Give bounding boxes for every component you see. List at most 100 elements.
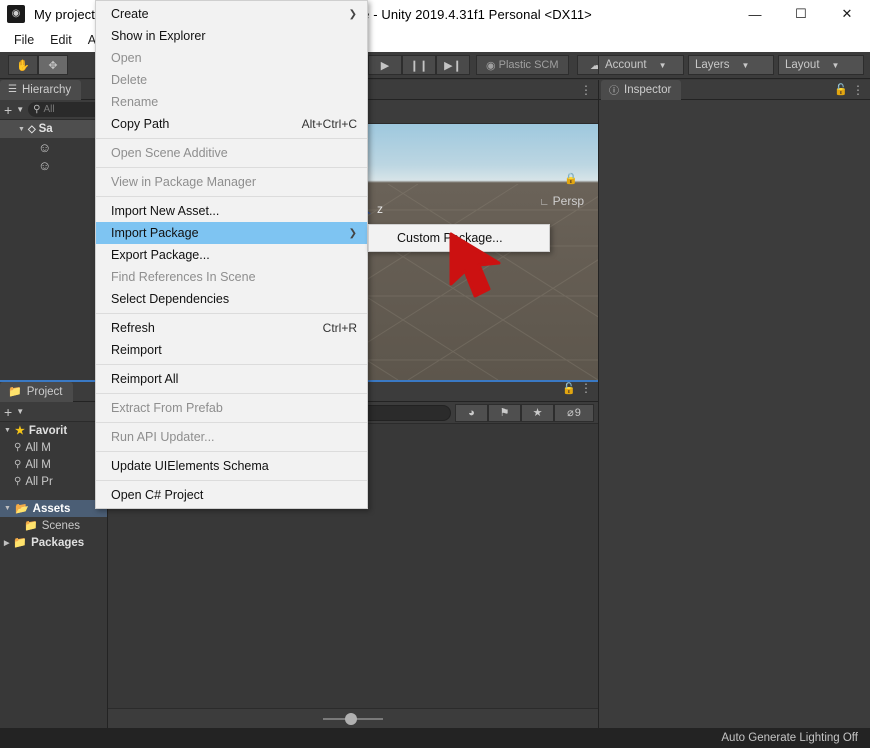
hierarchy-search-input[interactable]: ⚲ All bbox=[28, 102, 103, 117]
hidden-count-icon[interactable]: ⌀ 9 bbox=[554, 403, 594, 422]
play-button[interactable]: ▶ bbox=[368, 55, 402, 75]
shortcut-label: Ctrl+R bbox=[322, 321, 357, 335]
hierarchy-scene-row[interactable]: ▼ ◇ Sa bbox=[0, 120, 107, 138]
tab-inspector[interactable]: ⓘ Inspector bbox=[601, 79, 682, 100]
project-tree-item-packages[interactable]: ▶ 📁 Packages bbox=[0, 534, 107, 551]
search-icon: ⚲ bbox=[14, 459, 22, 470]
label-filter-icon[interactable]: ⚑ bbox=[488, 403, 521, 422]
playback-controls: ▶ ❙❙ ▶❙ ◉ Plastic SCM ☁ bbox=[368, 55, 615, 75]
lock-icon: 🔒 bbox=[564, 173, 578, 185]
favorite-filter-icon[interactable]: ★ bbox=[521, 403, 554, 422]
maximize-button[interactable]: ☐ bbox=[778, 0, 824, 28]
menu-separator bbox=[96, 167, 367, 168]
window-controls: — ☐ ✕ bbox=[732, 0, 870, 28]
plastic-scm-button[interactable]: ◉ Plastic SCM bbox=[476, 55, 569, 75]
menu-separator bbox=[96, 364, 367, 365]
search-icon: ⚲ bbox=[14, 476, 22, 487]
cube-icon: ☺ bbox=[38, 157, 52, 173]
folder-icon: 📁 bbox=[8, 386, 22, 398]
kebab-menu-icon[interactable]: ⋮ bbox=[580, 382, 592, 394]
chevron-down-icon[interactable]: ▼ bbox=[4, 505, 11, 512]
chevron-down-icon[interactable]: ▼ bbox=[4, 427, 11, 434]
type-filter-icon[interactable]: ◕ bbox=[455, 403, 488, 422]
status-text: Auto Generate Lighting Off bbox=[721, 732, 858, 744]
context-item-update-uielements-schema[interactable]: Update UIElements Schema bbox=[96, 455, 367, 477]
context-item-refresh[interactable]: Refresh Ctrl+R bbox=[96, 317, 367, 339]
pause-button[interactable]: ❙❙ bbox=[402, 55, 436, 75]
project-tree-item-assets[interactable]: ▼ 📂 Assets bbox=[0, 500, 107, 517]
tab-project[interactable]: 📁 Project bbox=[0, 381, 73, 402]
menu-separator bbox=[96, 480, 367, 481]
assets-context-menu: Create ❯ Show in Explorer Open Delete Re… bbox=[95, 0, 368, 509]
tab-hierarchy[interactable]: ☰ Hierarchy bbox=[0, 79, 82, 100]
chevron-right-icon[interactable]: ▶ bbox=[4, 539, 9, 547]
context-item-open: Open bbox=[111, 51, 142, 65]
perspective-label[interactable]: ∟ Persp bbox=[540, 194, 585, 208]
folder-icon: 📁 bbox=[13, 537, 28, 549]
context-item-extract-from-prefab: Extract From Prefab bbox=[111, 401, 223, 415]
chevron-down-icon[interactable]: ▼ bbox=[16, 105, 24, 114]
menu-separator bbox=[96, 451, 367, 452]
context-item-import-package[interactable]: Import Package ❯ bbox=[96, 222, 367, 244]
kebab-menu-icon[interactable]: ⋮ bbox=[852, 84, 864, 96]
chevron-right-icon: ❯ bbox=[348, 8, 357, 20]
unity-editor-window: ◉ My project - SampleScene - PC, Mac & L… bbox=[0, 0, 870, 748]
context-item-open-csharp-project[interactable]: Open C# Project bbox=[96, 484, 367, 506]
context-item-reimport[interactable]: Reimport bbox=[96, 339, 367, 361]
hierarchy-icon: ☰ bbox=[8, 84, 17, 95]
chevron-down-icon[interactable]: ▼ bbox=[18, 126, 25, 133]
menu-file[interactable]: File bbox=[6, 31, 42, 49]
context-item-select-dependencies[interactable]: Select Dependencies bbox=[96, 288, 367, 310]
hand-tool-icon[interactable]: ✋ bbox=[8, 55, 38, 75]
context-item-copy-path[interactable]: Copy Path Alt+Ctrl+C bbox=[96, 113, 367, 135]
cube-icon: ☺ bbox=[38, 139, 52, 155]
context-item-create[interactable]: Create ❯ bbox=[96, 3, 367, 25]
layout-dropdown[interactable]: Layout ▼ bbox=[778, 55, 864, 75]
account-dropdown[interactable]: Account ▼ bbox=[598, 55, 684, 75]
project-tree-item-all-prefabs[interactable]: ⚲ All Pr bbox=[0, 473, 107, 490]
hierarchy-item[interactable]: ☺ bbox=[0, 156, 107, 174]
hierarchy-item[interactable]: ☺ bbox=[0, 138, 107, 156]
status-bar: Auto Generate Lighting Off bbox=[0, 728, 870, 748]
menu-separator bbox=[96, 422, 367, 423]
project-tree-item-all-models[interactable]: ⚲ All M bbox=[0, 456, 107, 473]
inspector-panel: ⓘ Inspector 🔓 ⋮ bbox=[598, 79, 870, 728]
lock-icon[interactable]: 🔓 bbox=[562, 382, 576, 395]
move-tool-icon[interactable]: ✥ bbox=[38, 55, 68, 75]
info-icon: ⓘ bbox=[609, 86, 619, 97]
inspector-tabbar: ⓘ Inspector 🔓 ⋮ bbox=[599, 79, 870, 100]
close-button[interactable]: ✕ bbox=[824, 0, 870, 28]
context-item-show-in-explorer[interactable]: Show in Explorer bbox=[96, 25, 367, 47]
context-item-export-package[interactable]: Export Package... bbox=[96, 244, 367, 266]
project-tree-item-all-materials[interactable]: ⚲ All M bbox=[0, 439, 107, 456]
minimize-button[interactable]: — bbox=[732, 0, 778, 28]
layers-dropdown[interactable]: Layers ▼ bbox=[688, 55, 774, 75]
add-gameobject-button[interactable]: + bbox=[4, 103, 12, 117]
context-item-delete: Delete bbox=[111, 73, 148, 87]
svg-text:z: z bbox=[377, 202, 383, 216]
kebab-menu-icon[interactable]: ⋮ bbox=[580, 84, 592, 96]
transform-tools: ✋ ✥ bbox=[8, 55, 68, 75]
project-tree-item-scenes[interactable]: 📁 Scenes bbox=[0, 517, 107, 534]
context-item-open-scene-additive: Open Scene Additive bbox=[111, 146, 228, 160]
project-zoom-slider[interactable] bbox=[323, 712, 383, 725]
step-button[interactable]: ▶❙ bbox=[436, 55, 470, 75]
shortcut-label: Alt+Ctrl+C bbox=[301, 117, 357, 131]
context-item-reimport-all[interactable]: Reimport All bbox=[96, 368, 367, 390]
context-item-import-new-asset[interactable]: Import New Asset... bbox=[96, 200, 367, 222]
slider-knob[interactable] bbox=[345, 712, 357, 725]
create-asset-button[interactable]: + bbox=[4, 405, 12, 419]
context-item-view-in-package-manager: View in Package Manager bbox=[111, 175, 256, 189]
project-zoom-slider-row bbox=[108, 708, 598, 728]
hierarchy-toolbar: + ▼ ⚲ All bbox=[0, 100, 107, 120]
context-item-run-api-updater: Run API Updater... bbox=[111, 430, 215, 444]
context-item-rename: Rename bbox=[111, 95, 159, 109]
menu-separator bbox=[96, 138, 367, 139]
lock-icon[interactable]: 🔓 bbox=[834, 83, 848, 96]
menu-edit[interactable]: Edit bbox=[42, 31, 80, 49]
chevron-down-icon: ▼ bbox=[658, 60, 667, 70]
project-tree-item-favorites[interactable]: ▼ ★ Favorit bbox=[0, 422, 107, 439]
project-panel: 📁 Project + ▼ ▼ ★ Favorit ⚲ All M ⚲ All … bbox=[0, 380, 108, 728]
chevron-down-icon[interactable]: ▼ bbox=[16, 407, 24, 416]
toolbar-right-group: Account ▼ Layers ▼ Layout ▼ bbox=[598, 55, 864, 75]
